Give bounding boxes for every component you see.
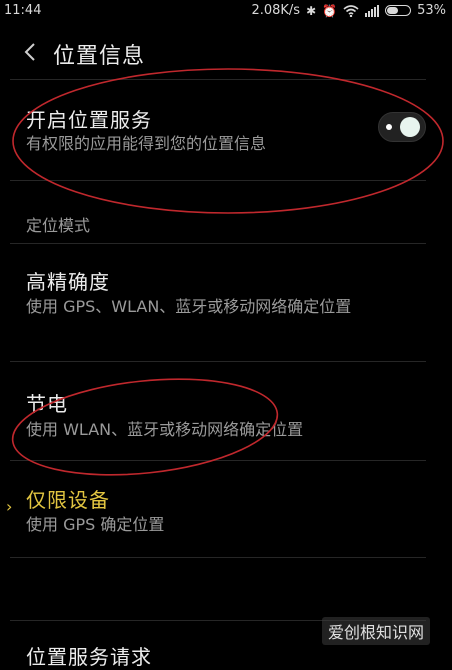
divider (10, 460, 426, 461)
bluetooth-icon: ✱ (306, 3, 317, 18)
location-service-title: 开启位置服务 (26, 108, 152, 132)
title-bar: 位置信息 (0, 30, 452, 76)
mode-section-label: 定位模式 (26, 216, 91, 235)
location-requests-title: 位置服务请求 (26, 645, 152, 669)
mode-option-description: 使用 GPS、WLAN、蓝牙或移动网络确定位置 (26, 297, 352, 316)
mode-option-description: 使用 WLAN、蓝牙或移动网络确定位置 (26, 420, 304, 439)
toggle-dot (386, 124, 392, 130)
divider (10, 79, 426, 80)
annotation-overlay (11, 68, 444, 476)
divider (10, 180, 426, 181)
battery-percent: 53% (417, 3, 446, 18)
status-icons: 2.08K/s ✱ ⏰ 53% (251, 3, 446, 18)
location-service-description: 有权限的应用能得到您的位置信息 (26, 134, 267, 153)
divider (10, 243, 426, 244)
mode-option-title: 仅限设备 (26, 488, 110, 512)
location-service-toggle[interactable] (378, 112, 426, 142)
network-speed: 2.08K/s (251, 3, 301, 18)
status-bar: 11:44 2.08K/s ✱ ⏰ 53% (0, 0, 452, 22)
alarm-icon: ⏰ (322, 3, 338, 18)
page-title: 位置信息 (53, 44, 146, 69)
selected-chevron-icon: › (6, 497, 13, 516)
divider (10, 361, 426, 362)
mode-option-title: 高精确度 (26, 270, 110, 294)
status-time: 11:44 (4, 3, 42, 18)
toggle-knob (400, 117, 420, 137)
battery-fill (387, 7, 399, 14)
signal-icon (365, 4, 380, 17)
battery-icon (385, 5, 412, 16)
chevron-left-icon[interactable] (22, 40, 38, 64)
wifi-icon (343, 4, 359, 17)
mode-option-description: 使用 GPS 确定位置 (26, 515, 165, 534)
mode-option-title: 节电 (26, 392, 68, 416)
watermark: 爱创根知识网 (321, 617, 430, 645)
divider (10, 557, 426, 558)
